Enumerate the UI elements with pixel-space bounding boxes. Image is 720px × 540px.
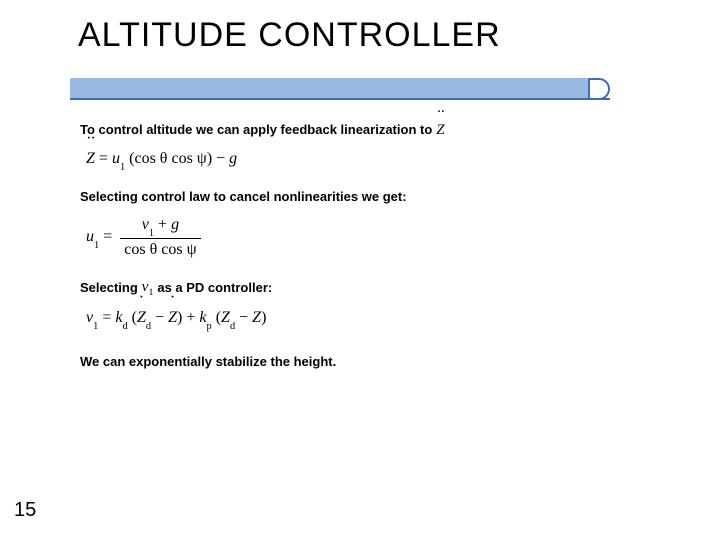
selecting-text: Selecting [80, 279, 138, 297]
title-underline-cap [588, 78, 610, 100]
equation-3: v1 = kd (Zd − Z) + kp (Zd − Z) [86, 307, 640, 331]
equation-1: Z = u1 (cos θ cos ψ) − g [86, 148, 640, 172]
slide: ALTITUDE CONTROLLER To control altitude … [0, 0, 720, 540]
zddot-symbol: Z [432, 120, 448, 140]
selecting-line: Selecting v1 as a PD controller: [80, 277, 640, 299]
intro-text: To control altitude we can apply feedbac… [80, 121, 432, 139]
title-underline-line [70, 98, 610, 100]
conclusion-line: We can exponentially stabilize the heigh… [80, 353, 640, 371]
slide-body: To control altitude we can apply feedbac… [80, 120, 640, 375]
equation-2: u1 = v1 + g cos θ cos ψ [86, 214, 640, 261]
slide-title: ALTITUDE CONTROLLER [78, 16, 501, 55]
conclusion-text: We can exponentially stabilize the heigh… [80, 353, 336, 371]
title-underline-bar [70, 78, 588, 100]
select-law-text: Selecting control law to cancel nonlinea… [80, 188, 407, 206]
page-number: 15 [14, 499, 36, 522]
intro-line: To control altitude we can apply feedbac… [80, 120, 640, 140]
select-law-line: Selecting control law to cancel nonlinea… [80, 188, 640, 206]
